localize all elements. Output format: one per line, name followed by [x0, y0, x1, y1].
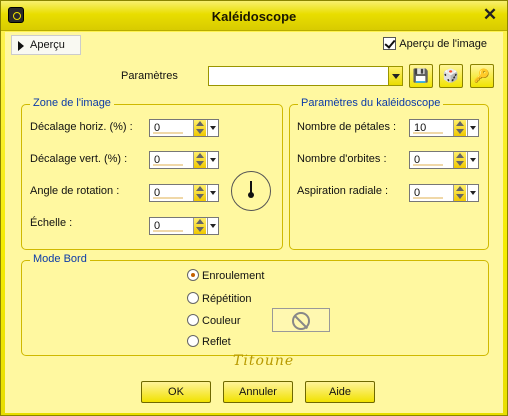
rotation-spinner[interactable]: 0: [149, 184, 219, 202]
radio-color[interactable]: Couleur: [187, 314, 241, 327]
field-label: Angle de rotation :: [30, 185, 120, 197]
radio-wrap[interactable]: Enroulement: [187, 269, 264, 282]
field-label: Échelle :: [30, 217, 73, 229]
radio-reflect[interactable]: Reflet: [187, 335, 231, 348]
vert-offset-spinner[interactable]: 0: [149, 151, 219, 169]
radio-label: Enroulement: [202, 270, 265, 282]
preview-checkbox-label: Aperçu de l'image: [399, 38, 487, 50]
group-title: Zone de l'image: [30, 97, 114, 109]
radio-icon[interactable]: [187, 269, 199, 281]
field-label: Aspiration radiale :: [297, 185, 389, 197]
presets-label: Paramètres: [121, 70, 178, 82]
horiz-offset-spinner[interactable]: 0: [149, 119, 219, 137]
ok-button[interactable]: OK: [141, 381, 211, 403]
presets-combo[interactable]: [208, 66, 403, 86]
save-preset-button[interactable]: 💾: [409, 64, 433, 88]
radio-icon[interactable]: [187, 292, 199, 304]
color-swatch[interactable]: [272, 308, 330, 332]
radio-label: Répétition: [202, 293, 252, 305]
random-button[interactable]: 🎲: [439, 64, 463, 88]
radio-icon[interactable]: [187, 314, 199, 326]
preview-checkbox[interactable]: Aperçu de l'image: [383, 37, 487, 50]
close-icon[interactable]: ✕: [481, 6, 499, 24]
radial-suction-spinner[interactable]: 0: [409, 184, 479, 202]
window-title: Kaléidoscope: [211, 9, 297, 24]
petals-spinner[interactable]: 10: [409, 119, 479, 137]
radio-repeat[interactable]: Répétition: [187, 292, 252, 305]
radio-icon[interactable]: [187, 335, 199, 347]
group-title: Paramètres du kaléidoscope: [298, 97, 444, 109]
save-icon: 💾: [412, 68, 430, 83]
rotation-dial[interactable]: [231, 171, 271, 211]
scale-spinner[interactable]: 0: [149, 217, 219, 235]
checkbox-icon[interactable]: [383, 37, 397, 50]
field-label: Nombre d'orbites :: [297, 153, 387, 165]
field-label: Nombre de pétales :: [297, 121, 397, 133]
reset-icon: 🔑: [473, 68, 491, 83]
field-label: Décalage vert. (%) :: [30, 153, 128, 165]
preview-row: Aperçu Aperçu de l'image: [11, 35, 503, 57]
radio-label: Couleur: [202, 315, 241, 327]
signature-watermark: Titoune: [233, 353, 295, 369]
orbits-spinner[interactable]: 0: [409, 151, 479, 169]
chevron-down-icon[interactable]: [388, 67, 402, 85]
field-label: Décalage horiz. (%) :: [30, 121, 133, 133]
dialog-window: Kaléidoscope ✕ Aperçu Aperçu de l'image …: [0, 0, 508, 416]
group-title: Mode Bord: [30, 253, 90, 265]
expand-arrow-icon: [18, 41, 24, 51]
cancel-button[interactable]: Annuler: [223, 381, 293, 403]
preview-toggle[interactable]: Aperçu: [11, 35, 81, 55]
dice-icon: 🎲: [442, 68, 460, 83]
title-bar[interactable]: Kaléidoscope ✕: [1, 1, 507, 31]
no-entry-icon: [292, 312, 310, 330]
help-button[interactable]: Aide: [305, 381, 375, 403]
radio-label: Reflet: [202, 336, 231, 348]
preview-label: Aperçu: [30, 39, 65, 51]
reset-button[interactable]: 🔑: [470, 64, 494, 88]
